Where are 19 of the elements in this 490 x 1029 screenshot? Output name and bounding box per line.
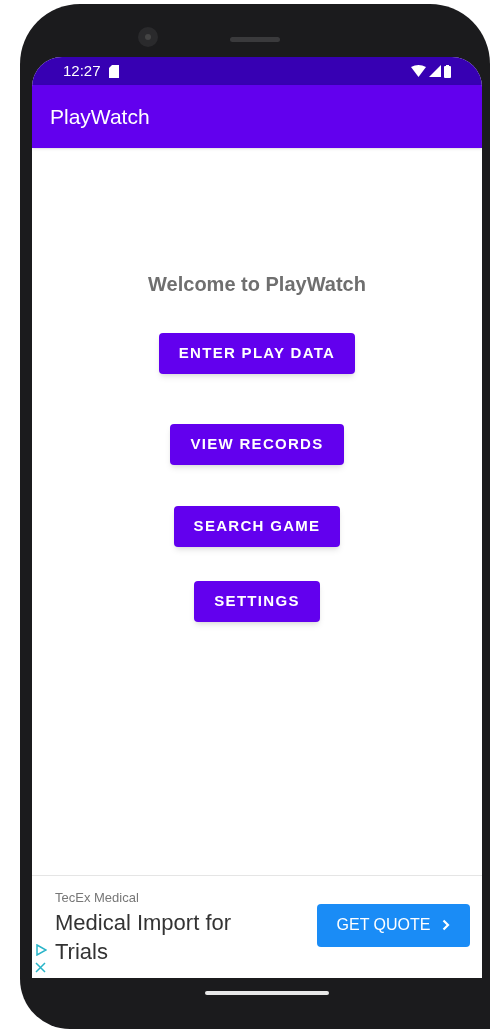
welcome-heading: Welcome to PlayWatch bbox=[148, 272, 366, 297]
close-icon[interactable] bbox=[35, 962, 46, 973]
menu-button[interactable]: SEARCH GAME bbox=[173, 506, 341, 547]
advertiser-name: TecEx Medical bbox=[55, 889, 140, 908]
sd-card-icon bbox=[108, 64, 119, 78]
wifi-icon bbox=[411, 65, 426, 77]
menu-button[interactable]: VIEW RECORDS bbox=[170, 424, 344, 465]
ad-headline[interactable]: Medical Import for Trials bbox=[55, 907, 285, 966]
chevron-icon bbox=[442, 919, 451, 931]
battery-icon bbox=[444, 64, 451, 78]
menu-button[interactable]: ENTER PLAY DATA bbox=[158, 333, 356, 374]
signal-icon bbox=[429, 65, 441, 77]
status-time: 12:27 bbox=[63, 60, 101, 81]
app-title: PlayWatch bbox=[50, 103, 150, 130]
camera-icon bbox=[137, 26, 159, 48]
speaker-grille bbox=[230, 37, 280, 42]
home-indicator[interactable] bbox=[205, 991, 329, 995]
ad-choices-icon bbox=[35, 944, 47, 956]
menu-button[interactable]: SETTINGS bbox=[194, 581, 320, 622]
